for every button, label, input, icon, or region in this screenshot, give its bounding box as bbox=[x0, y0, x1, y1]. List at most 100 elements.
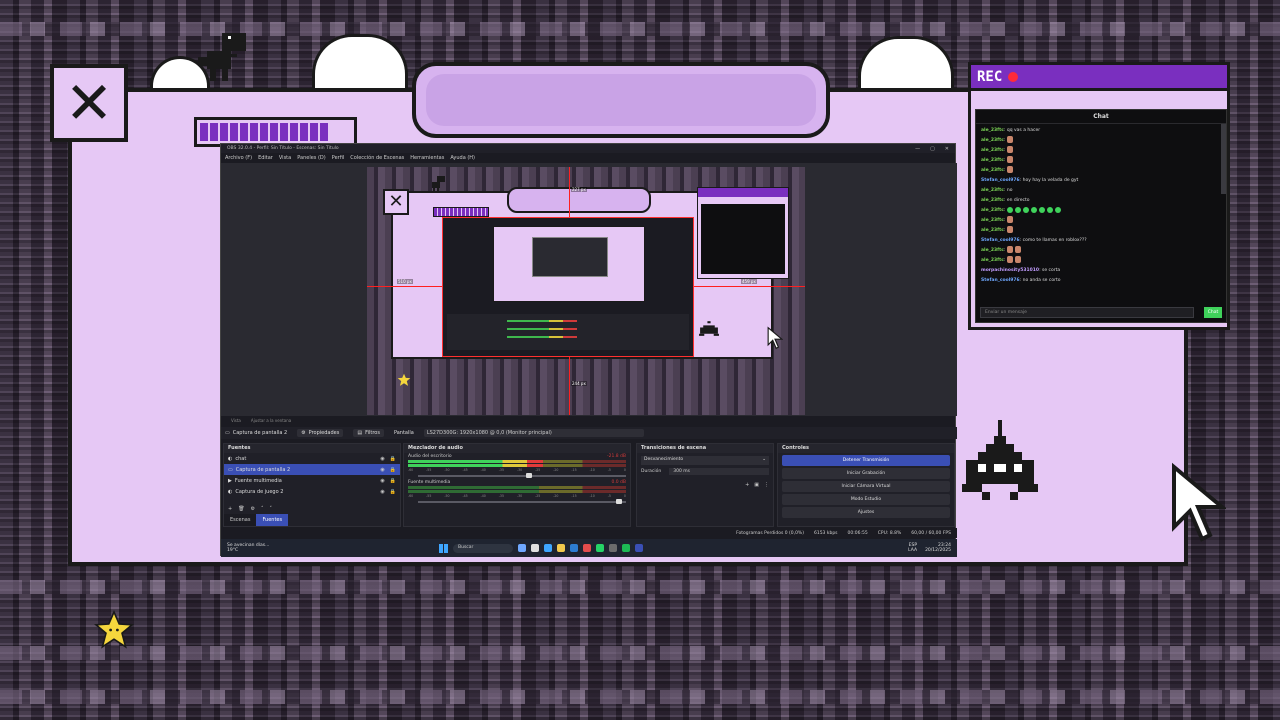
app-icon[interactable] bbox=[570, 544, 578, 552]
close-icon[interactable]: ✕ bbox=[50, 64, 128, 142]
chat-scrollbar[interactable] bbox=[1221, 124, 1226, 194]
emote-icon bbox=[1047, 206, 1054, 213]
eye-icon[interactable]: ◉ bbox=[380, 456, 384, 462]
chat-username[interactable]: Stefan_cool976 bbox=[981, 238, 1020, 243]
emote-icon bbox=[1015, 206, 1022, 213]
chat-username[interactable]: ale_23ftc bbox=[981, 158, 1004, 163]
app-icon[interactable] bbox=[635, 544, 643, 552]
menu-perfil[interactable]: Perfil bbox=[332, 155, 345, 161]
tool-vista[interactable]: Vista bbox=[231, 418, 241, 423]
app-icon[interactable] bbox=[518, 544, 526, 552]
clock[interactable]: 23:24 20/12/2025 bbox=[925, 543, 951, 553]
chat-username[interactable]: ale_23ftc bbox=[981, 168, 1004, 173]
add-icon[interactable]: + bbox=[745, 482, 749, 488]
volume-slider[interactable] bbox=[418, 499, 626, 504]
menu-editar[interactable]: Editar bbox=[258, 155, 273, 161]
menu-vista[interactable]: Vista bbox=[279, 155, 291, 161]
chat-username[interactable]: ale_23ftc bbox=[981, 258, 1004, 263]
chat-panel: Chat ale_23ftc: qq vas a hacer ale_23ftc:… bbox=[975, 109, 1227, 323]
properties-button[interactable]: ⚙ Propiedades bbox=[297, 429, 344, 437]
audio-mixer-dock: Mezclador de audio Audio del escritorio -… bbox=[403, 443, 631, 527]
filter-icon: ▤ bbox=[357, 430, 363, 436]
filters-button[interactable]: ▤ Filtros bbox=[353, 429, 384, 437]
chat-message-list: ale_23ftc: qq vas a hacer ale_23ftc: ale_2… bbox=[976, 124, 1226, 288]
chrome-icon[interactable] bbox=[583, 544, 591, 552]
mixer-dock-title: Mezclador de audio bbox=[404, 444, 630, 453]
chat-username[interactable]: ale_23ftc bbox=[981, 218, 1004, 223]
menu-herramientas[interactable]: Herramientas bbox=[410, 155, 444, 161]
chevron-up-icon[interactable]: ˄ bbox=[261, 506, 264, 512]
source-row[interactable]: ◐ chat ◉ 🔒 bbox=[224, 453, 400, 464]
taskbar-search[interactable]: Buscar bbox=[453, 543, 513, 553]
maximize-icon[interactable]: ▢ bbox=[930, 146, 935, 152]
edge-icon[interactable] bbox=[544, 544, 552, 552]
source-row[interactable]: ▶ Fuente multimedia ◉ 🔒 bbox=[224, 475, 400, 486]
source-row[interactable]: ◐ Captura de juego 2 ◉ 🔒 bbox=[224, 486, 400, 497]
sources-list: ◐ chat ◉ 🔒 ▭ Captura de pantalla 2 ◉ 🔒 ▶ Fuente m… bbox=[224, 453, 400, 497]
stream-time: 00:06:55 bbox=[847, 530, 868, 536]
whatsapp-icon[interactable] bbox=[596, 544, 604, 552]
menu-archivo[interactable]: Archivo (F) bbox=[225, 155, 252, 161]
menu-coleccion-escenas[interactable]: Colección de Escenas bbox=[350, 155, 404, 161]
mixer-track: Fuente multimedia 0.0 dB -60 -55 -50 -45 -40 -3… bbox=[404, 479, 630, 505]
lock-icon[interactable]: 🔒 bbox=[390, 478, 396, 484]
screen-select[interactable]: LS27D300G: 1920x1080 @ 0,0 (Monitor prin… bbox=[423, 429, 644, 437]
tab-fuentes[interactable]: Fuentes bbox=[256, 514, 289, 526]
chat-username[interactable]: ale_23ftc bbox=[981, 248, 1004, 253]
spotify-icon[interactable] bbox=[622, 544, 630, 552]
windows-start-icon[interactable] bbox=[439, 543, 448, 553]
folder-icon[interactable] bbox=[557, 544, 565, 552]
chat-username[interactable]: ale_23ftc bbox=[981, 198, 1004, 203]
minimize-icon[interactable]: — bbox=[915, 146, 920, 152]
chat-username[interactable]: ale_23ftc bbox=[981, 128, 1004, 133]
preview-screen-capture[interactable] bbox=[442, 217, 694, 357]
tool-ajustar-ventana[interactable]: Ajustar a la ventana bbox=[251, 418, 291, 423]
source-row[interactable]: ▭ Captura de pantalla 2 ◉ 🔒 bbox=[224, 464, 400, 475]
chat-input[interactable]: Enviar un mensaje bbox=[980, 307, 1194, 318]
lock-icon[interactable]: 🔒 bbox=[390, 489, 396, 495]
settings-button[interactable]: Ajustes bbox=[782, 507, 950, 518]
preview-canvas[interactable]: ✕ 227 px 510 px 459 px 244 px bbox=[367, 167, 805, 415]
menu-ayuda[interactable]: Ayuda (H) bbox=[450, 155, 475, 161]
obs-icon[interactable] bbox=[609, 544, 617, 552]
start-recording-button[interactable]: Iniciar Grabación bbox=[782, 468, 950, 479]
volume-slider[interactable] bbox=[418, 473, 626, 478]
rec-dot-icon bbox=[1008, 71, 1019, 82]
tab-escenas[interactable]: Escenas bbox=[224, 514, 257, 526]
app-icon[interactable] bbox=[531, 544, 539, 552]
chat-username[interactable]: ale_23ftc bbox=[981, 188, 1004, 193]
chat-username[interactable]: ale_23ftc bbox=[981, 208, 1004, 213]
duration-input[interactable]: 300 ms bbox=[669, 468, 769, 475]
start-virtual-camera-button[interactable]: Iniciar Cámara Virtual bbox=[782, 481, 950, 492]
chat-username[interactable]: Stefan_cool976 bbox=[981, 278, 1020, 283]
chat-send-button[interactable]: Chat bbox=[1204, 307, 1222, 318]
stop-streaming-button[interactable]: Detener Transmisión bbox=[782, 455, 950, 466]
emote-icon bbox=[1007, 226, 1014, 233]
lock-icon[interactable]: 🔒 bbox=[390, 456, 396, 462]
weather-widget[interactable]: Se avecinan días... 19°C bbox=[227, 543, 269, 553]
gear-icon[interactable]: ⚙ bbox=[251, 506, 255, 512]
chat-username[interactable]: ale_23ftc bbox=[981, 228, 1004, 233]
volume-meter bbox=[408, 464, 626, 467]
eye-icon[interactable]: ◉ bbox=[380, 478, 384, 484]
lock-icon[interactable]: 🔒 bbox=[390, 467, 396, 473]
eye-icon[interactable]: ◉ bbox=[380, 467, 384, 473]
chat-username[interactable]: ale_23ftc bbox=[981, 138, 1004, 143]
close-icon[interactable]: ✕ bbox=[945, 146, 949, 152]
chevron-down-icon[interactable]: ˅ bbox=[270, 506, 273, 512]
studio-mode-button[interactable]: Modo Estudio bbox=[782, 494, 950, 505]
chat-text: : no anda se corto bbox=[1019, 278, 1061, 283]
chat-username[interactable]: ale_23ftc bbox=[981, 148, 1004, 153]
trash-icon[interactable]: 🗑 bbox=[238, 506, 244, 512]
trash-icon[interactable]: ▣ bbox=[754, 482, 759, 488]
more-icon[interactable]: ⋮ bbox=[764, 482, 769, 488]
source-name: Captura de pantalla 2 bbox=[235, 466, 291, 473]
eye-icon[interactable]: ◉ bbox=[380, 489, 384, 495]
language-indicator[interactable]: ESP LAA bbox=[908, 543, 917, 553]
chat-username[interactable]: morpachinosity531010 bbox=[981, 268, 1039, 273]
add-icon[interactable]: + bbox=[228, 506, 232, 512]
transition-select[interactable]: Desvanecimiento ⌄ bbox=[641, 456, 769, 465]
chat-text: : bbox=[1003, 168, 1006, 173]
menu-paneles[interactable]: Paneles (D) bbox=[297, 155, 326, 161]
chat-username[interactable]: Stefan_cool976 bbox=[981, 178, 1020, 183]
